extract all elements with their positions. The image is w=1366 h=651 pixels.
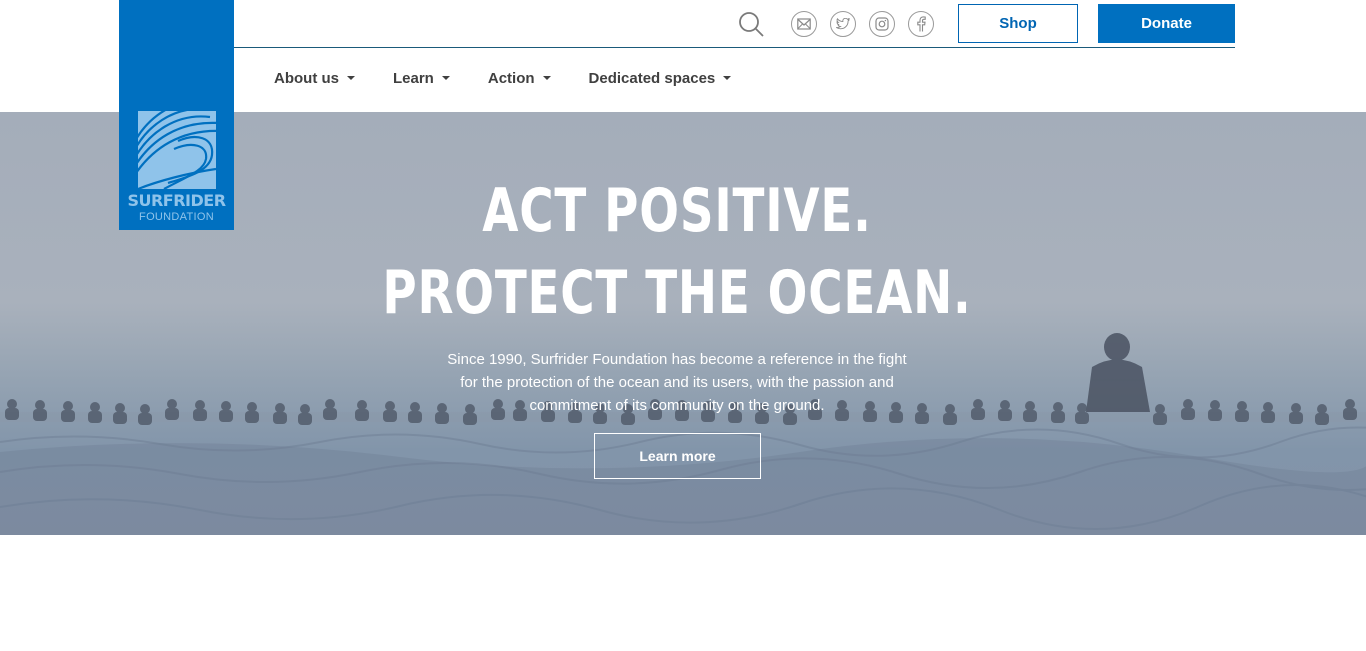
surfer-silhouette xyxy=(323,408,337,420)
envelope-icon[interactable] xyxy=(791,11,817,37)
surfer-silhouette xyxy=(1075,412,1089,424)
surfer-silhouette xyxy=(167,399,177,409)
surfer-silhouette xyxy=(1000,400,1010,410)
surfer-silhouette xyxy=(1345,399,1355,409)
hero-description: Since 1990, Surfrider Foundation has bec… xyxy=(447,351,907,414)
surfer-silhouette xyxy=(1235,410,1249,422)
surfer-silhouette xyxy=(61,410,75,422)
nav-item-learn[interactable]: Learn xyxy=(393,70,450,87)
surfer-silhouette xyxy=(1263,402,1273,412)
learn-more-button[interactable]: Learn more xyxy=(594,433,761,479)
surfer-silhouette xyxy=(1208,409,1222,421)
surfer-silhouette xyxy=(408,411,422,423)
surfer-silhouette xyxy=(88,411,102,423)
surfer-silhouette xyxy=(945,404,955,414)
surfer-silhouette xyxy=(1210,400,1220,410)
surfer-silhouette xyxy=(915,412,929,424)
surfer-silhouette xyxy=(1237,401,1247,411)
nav-item-action[interactable]: Action xyxy=(488,70,551,87)
wave-logo-icon xyxy=(138,111,216,189)
site-logo[interactable]: SURFRIDER FOUNDATION xyxy=(119,0,234,230)
surfer-silhouette xyxy=(1155,404,1165,414)
caret-down-icon xyxy=(441,76,450,80)
surfer-silhouette xyxy=(1153,413,1167,425)
surfer-silhouette xyxy=(247,402,257,412)
surfer-silhouette xyxy=(140,404,150,414)
nav-item-label: Action xyxy=(487,69,535,87)
surfer-silhouette xyxy=(33,409,47,421)
surfer-silhouette xyxy=(1077,403,1087,413)
surfer-silhouette xyxy=(1289,412,1303,424)
surfer-silhouette xyxy=(1315,413,1329,425)
logo-name: SURFRIDER xyxy=(127,191,226,210)
surfer-silhouette xyxy=(219,410,233,422)
surfer-silhouette xyxy=(113,412,127,424)
caret-down-icon xyxy=(347,76,355,80)
surfer-silhouette xyxy=(1317,404,1327,414)
caret-down-icon xyxy=(723,76,732,80)
surfer-silhouette xyxy=(1051,411,1065,423)
surfer-silhouette xyxy=(355,409,369,421)
nav-item-label: Learn xyxy=(393,69,434,87)
shop-button[interactable]: Shop xyxy=(958,4,1078,43)
surfer-silhouette xyxy=(7,399,17,409)
surfer-silhouette xyxy=(357,400,367,410)
surfer-silhouette xyxy=(115,403,125,413)
surfer-silhouette xyxy=(300,404,310,414)
surfer-silhouette xyxy=(325,399,335,409)
search-icon[interactable] xyxy=(738,10,766,38)
surfer-silhouette xyxy=(1183,399,1193,409)
hero-title-line-1: ACT POSITIVE. xyxy=(482,176,872,246)
facebook-icon[interactable] xyxy=(908,11,934,37)
surfer-silhouette xyxy=(917,403,927,413)
surfer-silhouette xyxy=(195,400,205,410)
surfer-silhouette xyxy=(298,413,312,425)
nav-item-label: About us xyxy=(274,69,339,87)
hero-title: ACT POSITIVE. PROTECT THE OCEAN. xyxy=(149,170,1205,334)
donate-button[interactable]: Donate xyxy=(1098,4,1235,43)
nav-item-label: Dedicated spaces xyxy=(588,69,716,87)
instagram-icon[interactable] xyxy=(869,11,895,37)
surfer-silhouette xyxy=(165,408,179,420)
surfer-silhouette xyxy=(273,412,287,424)
surfer-silhouette xyxy=(63,401,73,411)
surfer-silhouette xyxy=(943,413,957,425)
surfer-silhouette xyxy=(1261,411,1275,423)
hero-title-line-2: PROTECT THE OCEAN. xyxy=(382,258,972,328)
surfer-silhouette xyxy=(90,402,100,412)
surfer-silhouette xyxy=(138,413,152,425)
surfer-silhouette xyxy=(193,409,207,421)
nav-item-about-us[interactable]: About us xyxy=(274,70,355,87)
caret-down-icon xyxy=(542,76,551,80)
nav-item-dedicated-spaces[interactable]: Dedicated spaces xyxy=(589,70,732,87)
top-bar: Shop Donate xyxy=(234,0,1235,48)
surfer-silhouette xyxy=(1181,408,1195,420)
surfer-silhouette xyxy=(973,399,983,409)
surfer-silhouette xyxy=(221,401,231,411)
surfer-silhouette xyxy=(385,401,395,411)
surfer-silhouette xyxy=(1053,402,1063,412)
logo-subname: FOUNDATION xyxy=(139,211,214,223)
surfer-silhouette xyxy=(1023,410,1037,422)
surfer-silhouette xyxy=(998,409,1012,421)
surfer-silhouette xyxy=(5,408,19,420)
surfer-silhouette xyxy=(410,402,420,412)
surfer-silhouette xyxy=(275,403,285,413)
surfer-silhouette xyxy=(1291,403,1301,413)
twitter-icon[interactable] xyxy=(830,11,856,37)
surfer-silhouette xyxy=(383,410,397,422)
main-nav: About us Learn Action Dedicated spaces xyxy=(274,66,769,90)
surfer-silhouette xyxy=(245,411,259,423)
surfer-silhouette xyxy=(1343,408,1357,420)
surfer-silhouette xyxy=(35,400,45,410)
surfer-silhouette xyxy=(1025,401,1035,411)
surfer-silhouette xyxy=(971,408,985,420)
